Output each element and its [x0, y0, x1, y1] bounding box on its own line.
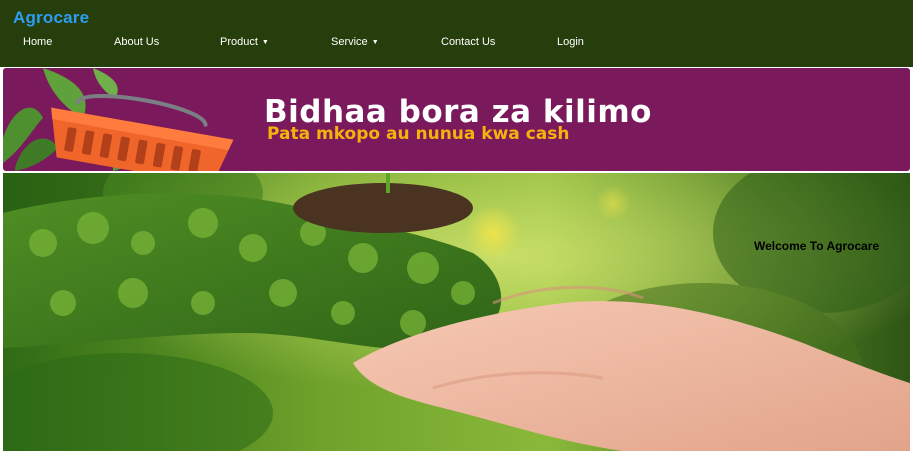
nav-item-label: Contact Us — [441, 36, 496, 48]
chevron-down-icon: ▼ — [371, 39, 379, 46]
nav-item-about-us[interactable]: About Us — [114, 36, 159, 48]
nav-item-service[interactable]: Service ▼ — [331, 36, 379, 48]
nav-item-login[interactable]: Login — [557, 36, 584, 48]
hands-holding-plant-earth-photo — [3, 173, 910, 451]
nav-item-label: Product — [220, 36, 258, 48]
nav-item-home[interactable]: Home — [23, 36, 52, 48]
welcome-heading: Welcome To Agrocare — [754, 239, 880, 253]
hero-image — [3, 173, 910, 451]
nav-item-label: Service — [331, 36, 368, 48]
nav-item-label: Login — [557, 36, 584, 48]
nav-item-product[interactable]: Product ▼ — [220, 36, 269, 48]
brand-logo-text[interactable]: Agrocare — [13, 8, 89, 28]
nav-item-contact-us[interactable]: Contact Us — [441, 36, 495, 48]
banner-subline: Pata mkopo au nunua kwa cash — [267, 124, 570, 144]
promo-banner[interactable]: Bidhaa bora za kilimo Pata mkopo au nunu… — [3, 68, 910, 171]
page-bottom-spacer — [0, 451, 913, 470]
nav-item-label: Home — [23, 36, 53, 48]
chevron-down-icon: ▼ — [261, 39, 269, 46]
top-navigation-bar: Agrocare Home About Us Product ▼ Service ▼… — [0, 0, 913, 67]
nav-item-label: About Us — [114, 36, 160, 48]
